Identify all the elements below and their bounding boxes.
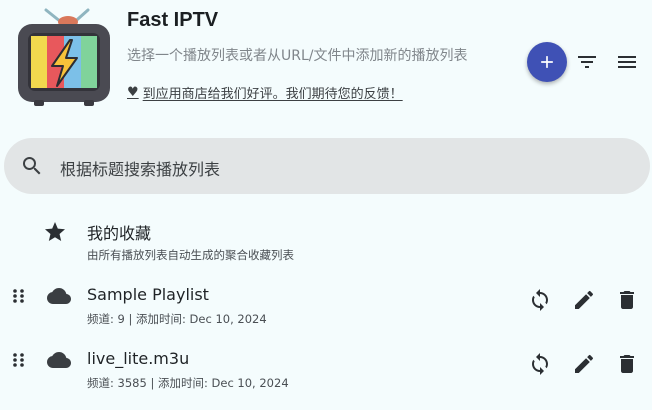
add-playlist-button[interactable] (527, 42, 567, 82)
edit-icon (575, 354, 594, 373)
sort-button[interactable] (575, 50, 599, 74)
trash-icon (620, 355, 634, 373)
header-subtitle: 选择一个播放列表或者从URL/文件中添加新的播放列表 (127, 48, 468, 64)
drag-handle-icon[interactable] (11, 288, 27, 304)
playlist-row[interactable]: live_lite.m3u 频道: 3585 | 添加时间: Dec 10, 2… (0, 340, 652, 396)
drag-handle-icon[interactable] (11, 352, 27, 368)
cloud-icon (47, 288, 71, 304)
cloud-icon (47, 352, 71, 368)
favorites-title: 我的收藏 (87, 224, 152, 243)
rate-app-label: 到应用商店给我们好评。我们期待您的反馈！ (142, 87, 403, 102)
star-icon (45, 222, 65, 241)
sync-icon (532, 289, 548, 311)
search-input[interactable]: 根据标题搜索播放列表 (60, 156, 220, 180)
filter-list-icon (578, 56, 596, 68)
app-title: Fast IPTV (127, 9, 219, 31)
plus-icon (541, 56, 553, 68)
app-logo (14, 8, 114, 108)
rate-app-link[interactable]: ♥ 到应用商店给我们好评。我们期待您的反馈！ (127, 83, 403, 102)
playlist-title: Sample Playlist (87, 285, 209, 304)
sync-icon (532, 353, 548, 375)
delete-playlist-button[interactable] (615, 352, 639, 376)
edit-icon (575, 290, 594, 309)
favorites-item[interactable]: 我的收藏 由所有播放列表自动生成的聚合收藏列表 (0, 212, 652, 268)
playlist-meta: 频道: 9 | 添加时间: Dec 10, 2024 (87, 312, 267, 326)
playlist-title: live_lite.m3u (87, 349, 190, 368)
playlist-meta: 频道: 3585 | 添加时间: Dec 10, 2024 (87, 376, 289, 390)
refresh-playlist-button[interactable] (528, 288, 552, 312)
menu-icon (618, 56, 636, 68)
refresh-playlist-button[interactable] (528, 352, 552, 376)
heart-icon: ♥ (127, 85, 139, 100)
search-bar[interactable]: 根据标题搜索播放列表 (4, 138, 650, 194)
trash-icon (620, 291, 634, 309)
search-icon (23, 157, 41, 175)
playlist-row[interactable]: Sample Playlist 频道: 9 | 添加时间: Dec 10, 20… (0, 276, 652, 332)
favorites-subtitle: 由所有播放列表自动生成的聚合收藏列表 (87, 248, 294, 262)
delete-playlist-button[interactable] (615, 288, 639, 312)
menu-button[interactable] (615, 50, 639, 74)
edit-playlist-button[interactable] (572, 288, 596, 312)
edit-playlist-button[interactable] (572, 352, 596, 376)
